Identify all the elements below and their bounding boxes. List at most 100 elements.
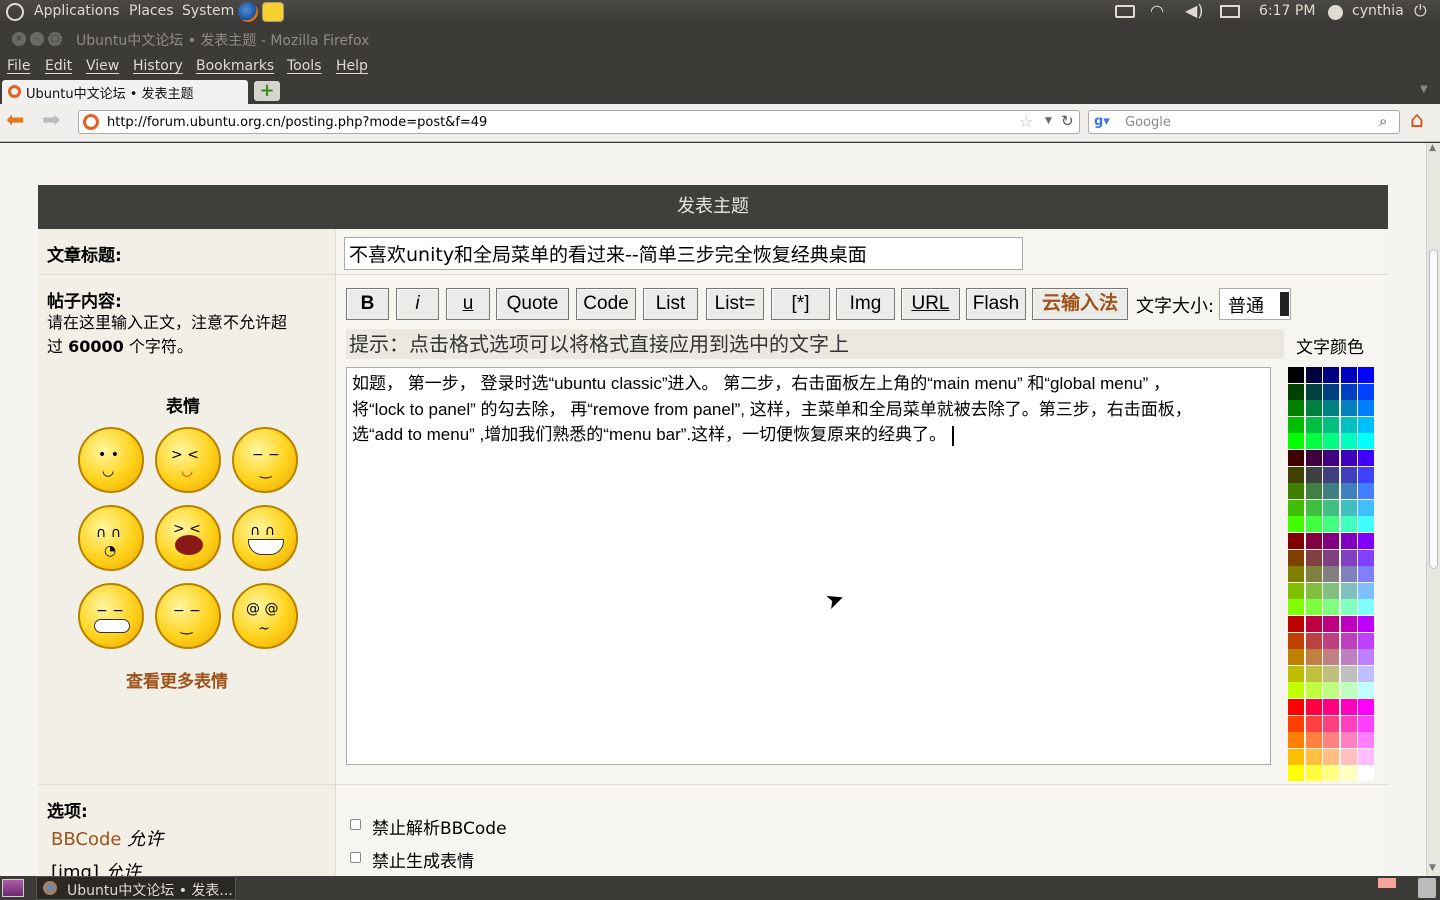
- user-name[interactable]: cynthia: [1352, 3, 1404, 19]
- color-swatch[interactable]: [1340, 566, 1357, 583]
- home-icon[interactable]: ⌂: [1410, 108, 1434, 134]
- keyboard-icon[interactable]: [1115, 5, 1135, 18]
- system-menu[interactable]: System: [182, 3, 234, 19]
- ubuntu-logo-icon[interactable]: [6, 3, 24, 21]
- color-swatch[interactable]: [1288, 599, 1304, 616]
- search-icon[interactable]: ⌕: [1379, 112, 1387, 130]
- color-swatch[interactable]: [1340, 416, 1357, 433]
- color-swatch[interactable]: [1305, 416, 1322, 433]
- ordered-list-button[interactable]: List=: [706, 288, 764, 320]
- color-swatch[interactable]: [1288, 533, 1304, 549]
- color-swatch[interactable]: [1288, 715, 1304, 732]
- list-item-button[interactable]: [*]: [771, 288, 830, 320]
- font-size-select[interactable]: 普通: [1219, 288, 1291, 320]
- color-swatch[interactable]: [1305, 599, 1322, 616]
- color-swatch[interactable]: [1288, 433, 1304, 450]
- color-swatch[interactable]: [1340, 400, 1357, 417]
- color-swatch[interactable]: [1358, 516, 1375, 533]
- color-swatch[interactable]: [1340, 649, 1357, 666]
- color-swatch[interactable]: [1323, 665, 1340, 682]
- color-swatch[interactable]: [1323, 466, 1340, 483]
- color-swatch[interactable]: [1288, 682, 1304, 699]
- color-swatch[interactable]: [1358, 483, 1375, 500]
- color-swatch[interactable]: [1305, 466, 1322, 483]
- color-swatch[interactable]: [1288, 383, 1304, 400]
- img-link[interactable]: [img]: [51, 862, 99, 876]
- img-button[interactable]: Img: [836, 288, 895, 320]
- color-swatch[interactable]: [1340, 483, 1357, 500]
- color-swatch[interactable]: [1305, 516, 1322, 533]
- color-swatch[interactable]: [1288, 765, 1304, 782]
- color-swatch[interactable]: [1288, 483, 1304, 500]
- color-swatch[interactable]: [1305, 400, 1322, 417]
- url-button[interactable]: URL: [901, 288, 960, 320]
- power-icon[interactable]: ⏻: [1414, 1, 1427, 21]
- color-swatch[interactable]: [1358, 699, 1375, 715]
- reload-icon[interactable]: ↻: [1061, 112, 1074, 130]
- color-swatch[interactable]: [1288, 566, 1304, 583]
- menu-help[interactable]: Help: [336, 58, 368, 74]
- page-scrollbar[interactable]: ▲ ▼: [1426, 143, 1440, 876]
- color-swatch[interactable]: [1288, 466, 1304, 483]
- scroll-up-icon[interactable]: ▲: [1429, 143, 1436, 153]
- disable-bbcode-checkbox[interactable]: [350, 819, 361, 830]
- pidgin-launcher-icon[interactable]: [262, 2, 284, 22]
- color-swatch[interactable]: [1358, 549, 1375, 566]
- color-swatch[interactable]: [1358, 450, 1375, 466]
- clock[interactable]: 6:17 PM: [1259, 3, 1315, 19]
- bookmark-star-icon[interactable]: ☆: [1019, 112, 1033, 131]
- color-swatch[interactable]: [1340, 765, 1357, 782]
- search-bar[interactable]: g▾ Google ⌕: [1088, 110, 1400, 134]
- color-swatch[interactable]: [1323, 616, 1340, 632]
- color-swatch[interactable]: [1323, 483, 1340, 500]
- color-swatch[interactable]: [1323, 682, 1340, 699]
- color-swatch[interactable]: [1305, 699, 1322, 715]
- bbcode-link[interactable]: BBCode: [51, 829, 121, 850]
- mail-icon[interactable]: [1220, 5, 1240, 18]
- color-swatch[interactable]: [1288, 416, 1304, 433]
- window-titlebar[interactable]: × – □ Ubuntu中文论坛 • 发表主题 - Mozilla Firefo…: [0, 24, 1440, 54]
- color-swatch[interactable]: [1323, 499, 1340, 516]
- color-swatch[interactable]: [1288, 632, 1304, 649]
- color-swatch[interactable]: [1323, 566, 1340, 583]
- color-swatch[interactable]: [1305, 748, 1322, 765]
- dizzy-emoticon-icon[interactable]: @ @ ~: [232, 583, 298, 649]
- color-swatch[interactable]: [1288, 649, 1304, 666]
- color-swatch[interactable]: [1340, 616, 1357, 632]
- color-swatch[interactable]: [1358, 765, 1375, 782]
- menu-edit[interactable]: Edit: [45, 58, 72, 74]
- color-swatch[interactable]: [1288, 732, 1304, 749]
- color-swatch[interactable]: [1305, 715, 1322, 732]
- more-emoticons-link[interactable]: 查看更多表情: [126, 667, 228, 692]
- color-swatch[interactable]: [1340, 499, 1357, 516]
- color-swatch[interactable]: [1323, 582, 1340, 599]
- color-swatch[interactable]: [1358, 616, 1375, 632]
- color-swatch[interactable]: [1340, 715, 1357, 732]
- color-swatch[interactable]: [1323, 367, 1340, 383]
- color-swatch[interactable]: [1340, 533, 1357, 549]
- tab-list-dropdown-icon[interactable]: ▼: [1420, 84, 1428, 95]
- menu-view[interactable]: View: [86, 58, 119, 74]
- color-swatch[interactable]: [1305, 450, 1322, 466]
- color-swatch[interactable]: [1288, 582, 1304, 599]
- thumbs-up-emoticon-icon[interactable]: − − ‿: [155, 583, 221, 649]
- google-engine-icon[interactable]: g▾: [1094, 114, 1110, 129]
- color-swatch[interactable]: [1305, 533, 1322, 549]
- color-swatch[interactable]: [1358, 533, 1375, 549]
- color-swatch[interactable]: [1323, 416, 1340, 433]
- color-swatch[interactable]: [1305, 616, 1322, 632]
- color-swatch[interactable]: [1323, 732, 1340, 749]
- color-swatch[interactable]: [1323, 765, 1340, 782]
- color-swatch[interactable]: [1358, 466, 1375, 483]
- places-menu[interactable]: Places: [129, 3, 174, 19]
- color-swatch[interactable]: [1288, 699, 1304, 715]
- color-swatch[interactable]: [1288, 665, 1304, 682]
- color-swatch[interactable]: [1305, 665, 1322, 682]
- smile-emoticon-icon[interactable]: • • ◡: [78, 427, 144, 493]
- color-swatch[interactable]: [1340, 682, 1357, 699]
- color-palette[interactable]: [1288, 367, 1378, 782]
- color-swatch[interactable]: [1323, 400, 1340, 417]
- body-textarea[interactable]: 如题， 第一步， 登录时选“ubuntu classic”进入。 第二步，右击面…: [346, 367, 1271, 765]
- color-swatch[interactable]: [1323, 715, 1340, 732]
- color-swatch[interactable]: [1340, 699, 1357, 715]
